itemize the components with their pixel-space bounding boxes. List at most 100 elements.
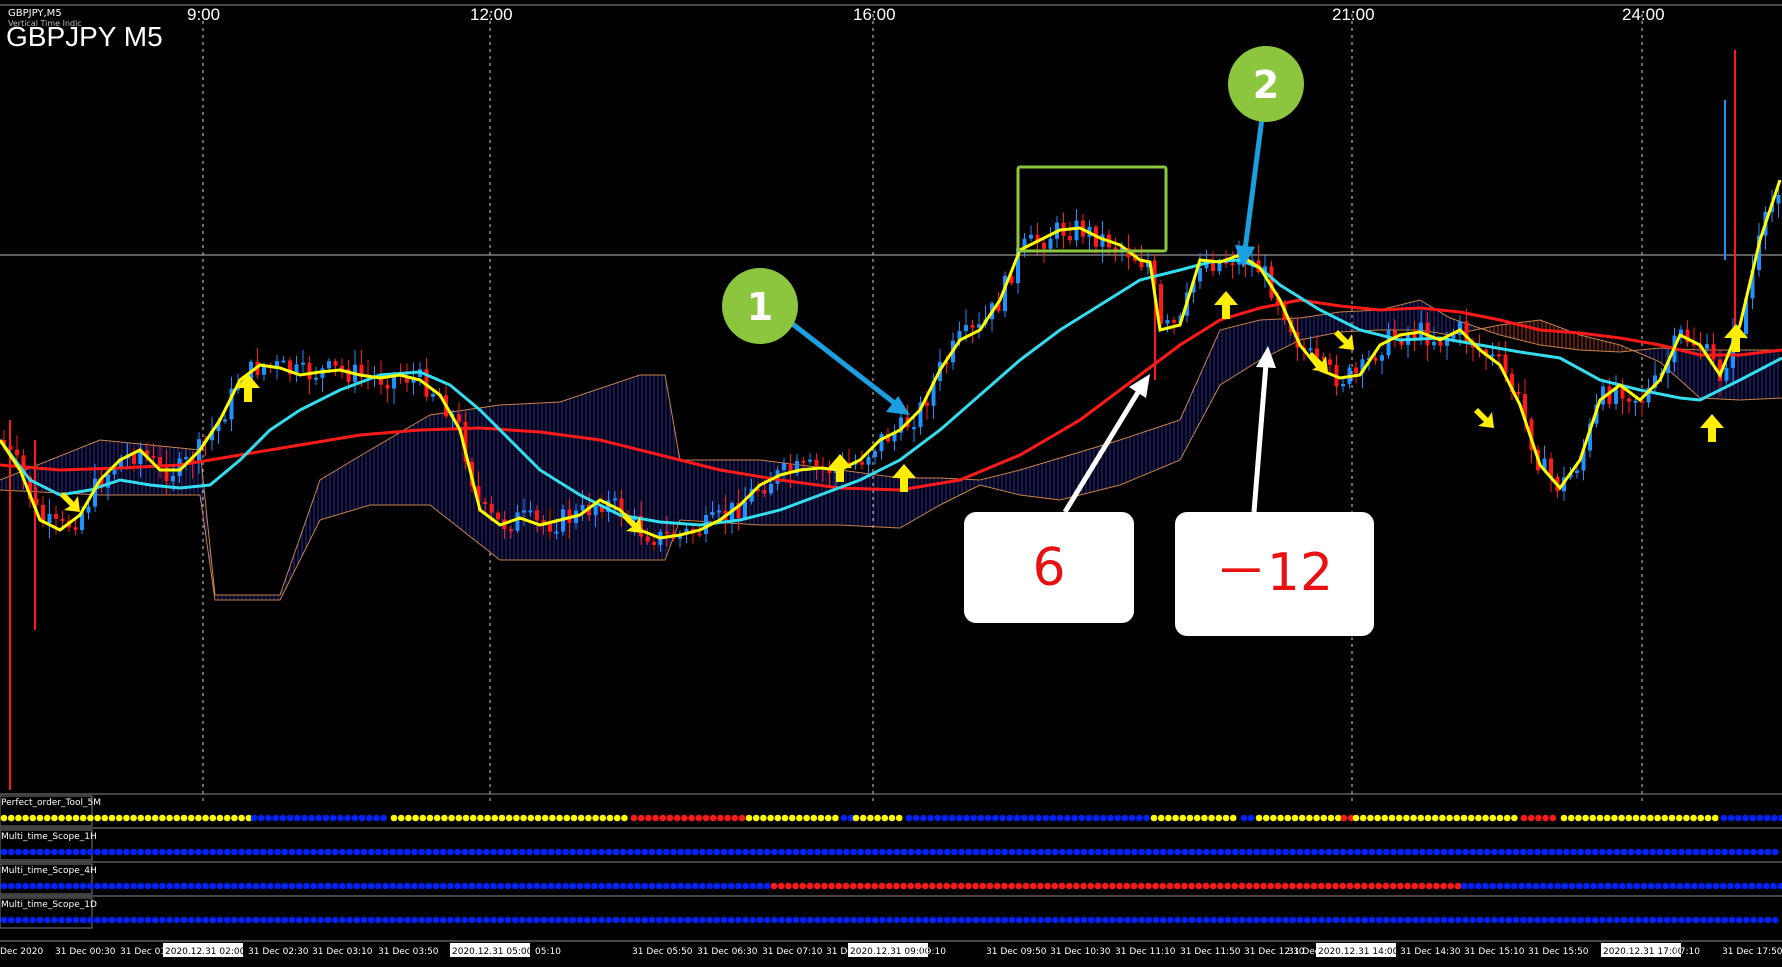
signal-dot — [87, 848, 94, 856]
signal-dot — [691, 882, 699, 890]
signal-dot — [1642, 916, 1649, 924]
signal-dot — [1159, 916, 1167, 924]
signal-dot — [115, 848, 123, 856]
signal-dot — [893, 882, 900, 890]
signal-dot — [1095, 848, 1102, 856]
candle-body — [1432, 341, 1436, 346]
signal-dot — [447, 848, 454, 856]
signal-dot — [412, 814, 419, 822]
signal-dot — [1306, 814, 1313, 822]
signal-dot — [1217, 848, 1225, 856]
signal-dot — [1181, 848, 1189, 856]
candle-body — [1705, 344, 1709, 349]
signal-dot — [612, 882, 620, 890]
signal-dot — [1712, 882, 1720, 890]
signal-dot — [286, 814, 294, 822]
signal-dot — [965, 916, 973, 924]
signal-dot — [699, 882, 706, 890]
signal-dot — [612, 916, 620, 924]
signal-dot — [1327, 814, 1335, 822]
signal-dot — [670, 916, 677, 924]
signal-dot — [389, 882, 397, 890]
signal-dot — [1246, 848, 1253, 856]
signal-dot — [1159, 848, 1167, 856]
signal-dot — [929, 848, 937, 856]
signal-dot — [1087, 916, 1095, 924]
signal-dot — [857, 882, 864, 890]
signal-dot — [1692, 848, 1700, 856]
signal-dot — [850, 848, 857, 856]
signal-dot — [1734, 882, 1741, 890]
signal-dot — [1131, 848, 1138, 856]
signal-dot — [1741, 882, 1749, 890]
candle-body — [645, 536, 650, 542]
signal-dot — [943, 916, 951, 924]
signal-dot — [867, 814, 874, 822]
signal-dot — [1668, 814, 1676, 822]
signal-dot — [1037, 848, 1045, 856]
signal-dot — [1318, 848, 1325, 856]
signal-dot — [534, 814, 542, 822]
signal-dot — [648, 848, 656, 856]
signal-dot — [1496, 882, 1504, 890]
signal-dot — [1577, 848, 1585, 856]
signal-dot — [1764, 916, 1772, 924]
signal-dot — [519, 916, 526, 924]
signal-dot — [1037, 882, 1044, 890]
signal-dot — [1157, 814, 1165, 822]
signal-dot — [144, 882, 152, 890]
signal-dot — [1085, 814, 1093, 822]
signal-dot — [1202, 882, 1210, 890]
signal-dot — [1632, 814, 1640, 822]
candle-body — [1776, 194, 1781, 204]
signal-dot — [346, 882, 353, 890]
bottom-time-label: 31 Dec 14:30 — [1400, 947, 1461, 957]
signal-dot — [259, 882, 267, 890]
signal-dot — [828, 916, 836, 924]
signal-dot — [807, 916, 814, 924]
signal-dot — [1166, 882, 1174, 890]
signal-dot — [717, 814, 724, 822]
signal-dot — [130, 916, 137, 924]
signal-dot — [187, 916, 195, 924]
signal-dot — [1661, 814, 1669, 822]
signal-dot — [1603, 814, 1611, 822]
signal-dot — [231, 916, 238, 924]
signal-dot — [252, 916, 260, 924]
signal-dot — [1087, 848, 1095, 856]
signal-dot — [519, 848, 526, 856]
signal-dot — [627, 882, 634, 890]
signal-dot — [1467, 814, 1475, 822]
signal-dot — [1296, 848, 1304, 856]
signal-dot — [922, 848, 929, 856]
signal-dot — [986, 882, 994, 890]
signal-dot — [1107, 814, 1114, 822]
signal-dot — [520, 814, 527, 822]
signal-dot — [1231, 848, 1239, 856]
signal-dot — [22, 882, 29, 890]
signal-dot — [173, 848, 181, 856]
signal-dot — [1210, 848, 1217, 856]
signal-dot — [706, 848, 713, 856]
signal-dot — [137, 916, 145, 924]
signal-dot — [151, 848, 159, 856]
trading-chart[interactable]: 9:00 12:00 16:00 21:00 24:00 GBPJPY,M5 V… — [0, 0, 1782, 967]
signal-dot — [504, 882, 512, 890]
signal-dot — [216, 916, 224, 924]
signal-dot — [101, 814, 109, 822]
signal-dot — [1491, 848, 1498, 856]
signal-dot — [576, 882, 584, 890]
signal-dot — [353, 882, 361, 890]
signal-dot — [497, 848, 505, 856]
signal-dot — [274, 882, 281, 890]
signal-dot — [706, 916, 713, 924]
signal-dot — [483, 848, 490, 856]
candle-body — [431, 393, 435, 397]
signal-dot — [159, 916, 166, 924]
signal-dot — [15, 916, 22, 924]
signal-dot — [360, 916, 368, 924]
signal-dot — [912, 814, 920, 822]
signal-dot — [634, 916, 641, 924]
signal-dot — [339, 916, 346, 924]
signal-dot — [1130, 882, 1138, 890]
